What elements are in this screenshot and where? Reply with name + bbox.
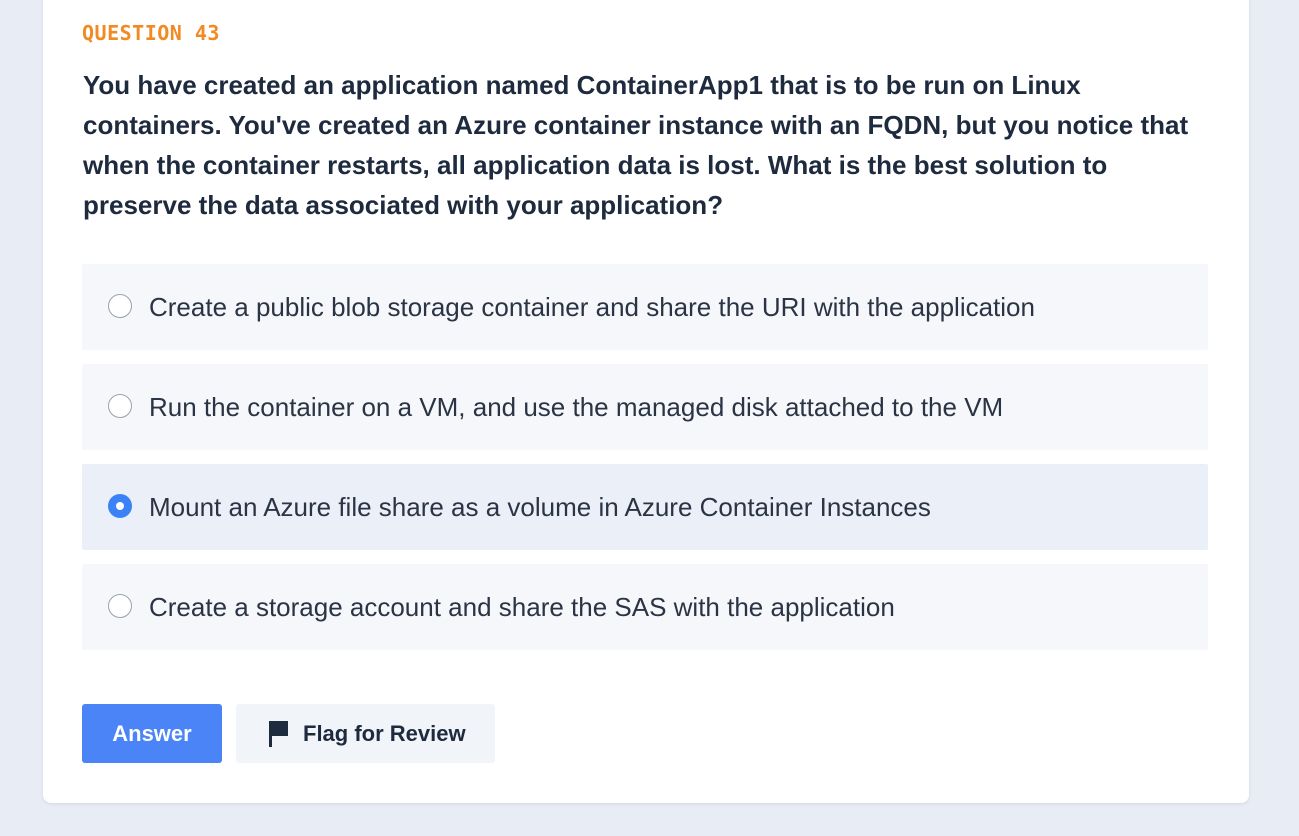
question-text: You have created an application named Co… xyxy=(83,70,1189,220)
question-number: QUESTION 43 xyxy=(82,21,220,45)
flag-for-review-label: Flag for Review xyxy=(303,721,466,746)
option-4[interactable]: Create a storage account and share the S… xyxy=(82,564,1208,650)
option-1-radio[interactable] xyxy=(108,294,132,318)
option-1[interactable]: Create a public blob storage container a… xyxy=(82,264,1208,350)
option-2[interactable]: Run the container on a VM, and use the m… xyxy=(82,364,1208,450)
option-3[interactable]: Mount an Azure file share as a volume in… xyxy=(82,464,1208,550)
option-1-label: Create a public blob storage container a… xyxy=(149,292,1035,322)
option-4-label: Create a storage account and share the S… xyxy=(149,592,895,622)
flag-icon xyxy=(269,721,288,747)
option-3-radio[interactable] xyxy=(108,494,132,518)
answer-button[interactable]: Answer xyxy=(82,704,222,763)
flag-for-review-button[interactable]: Flag for Review xyxy=(236,704,495,763)
option-2-label: Run the container on a VM, and use the m… xyxy=(149,392,1004,422)
option-3-label: Mount an Azure file share as a volume in… xyxy=(149,492,931,522)
option-2-radio[interactable] xyxy=(108,394,132,418)
option-4-radio[interactable] xyxy=(108,594,132,618)
